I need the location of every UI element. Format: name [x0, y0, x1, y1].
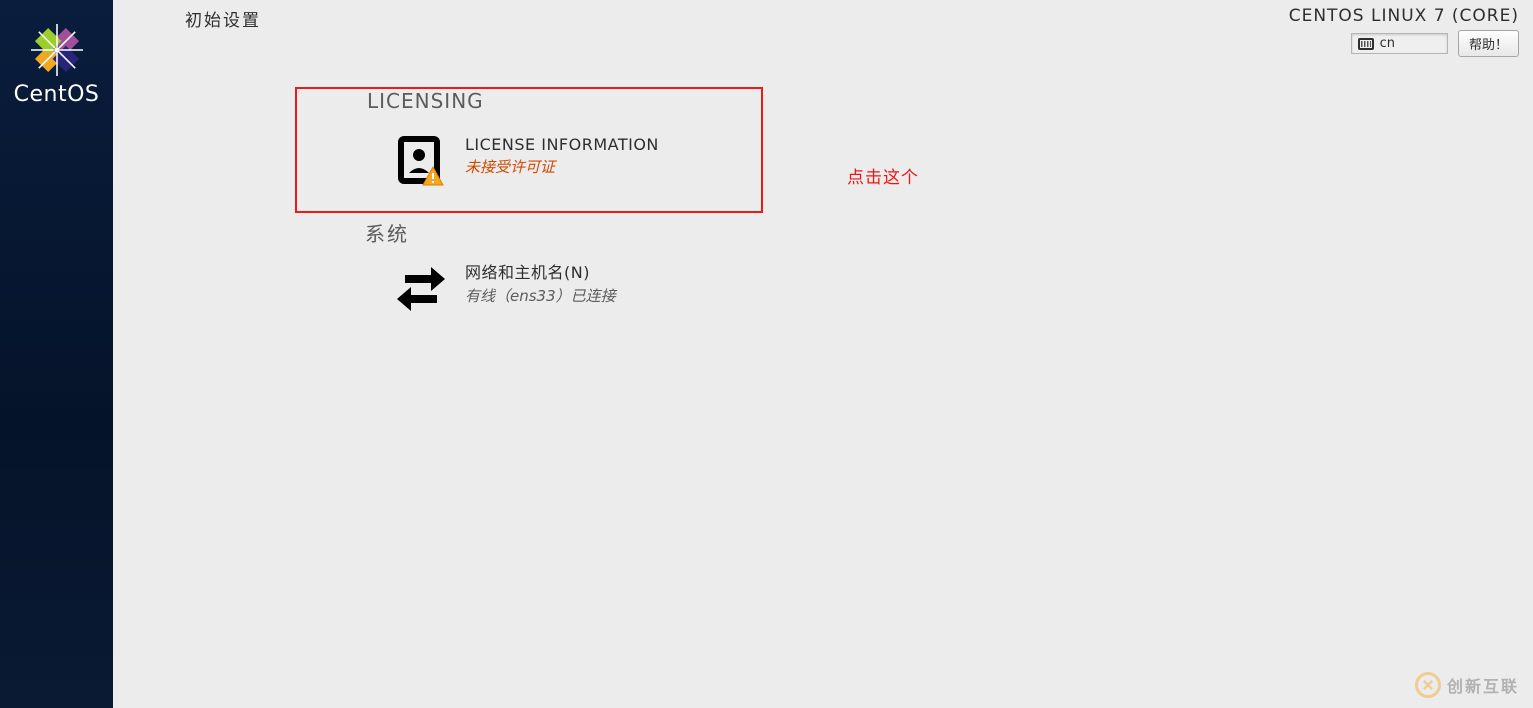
- network-spoke-text: 网络和主机名(N) 有线（ens33）已连接: [465, 259, 616, 306]
- license-information-spoke[interactable]: LICENSE INFORMATION 未接受许可证: [391, 131, 663, 191]
- keyboard-icon: [1358, 38, 1374, 50]
- network-hostname-spoke[interactable]: 网络和主机名(N) 有线（ens33）已连接: [391, 255, 620, 315]
- license-spoke-text: LICENSE INFORMATION 未接受许可证: [465, 135, 659, 177]
- topbar-controls: cn 帮助！: [1351, 30, 1519, 57]
- keyboard-layout-code: cn: [1380, 36, 1395, 51]
- watermark: 创新互联: [1415, 672, 1519, 698]
- os-name-label: CENTOS LINUX 7 (CORE): [1289, 6, 1519, 26]
- help-button-label: 帮助！: [1469, 34, 1508, 53]
- network-spoke-title: 网络和主机名(N): [465, 259, 616, 283]
- network-spoke-status: 有线（ens33）已连接: [465, 285, 616, 306]
- section-label-licensing: LICENSING: [367, 89, 484, 113]
- network-arrows-icon: [395, 259, 447, 311]
- sidebar: CentOS: [0, 0, 113, 708]
- sidebar-brand-label: CentOS: [14, 82, 100, 107]
- license-document-icon: [395, 135, 447, 187]
- header: 初始设置 CENTOS LINUX 7 (CORE) cn 帮助！: [113, 0, 1533, 54]
- license-spoke-status: 未接受许可证: [465, 156, 659, 177]
- watermark-badge-icon: [1415, 672, 1441, 698]
- section-label-system: 系统: [365, 218, 409, 247]
- centos-logo-icon: [31, 24, 83, 76]
- help-button[interactable]: 帮助！: [1458, 30, 1519, 57]
- annotation-text: 点击这个: [847, 163, 919, 188]
- watermark-text: 创新互联: [1447, 673, 1519, 697]
- keyboard-layout-selector[interactable]: cn: [1351, 33, 1448, 54]
- license-spoke-title: LICENSE INFORMATION: [465, 135, 659, 154]
- main-area: 初始设置 CENTOS LINUX 7 (CORE) cn 帮助！ 点击这个 L…: [113, 0, 1533, 708]
